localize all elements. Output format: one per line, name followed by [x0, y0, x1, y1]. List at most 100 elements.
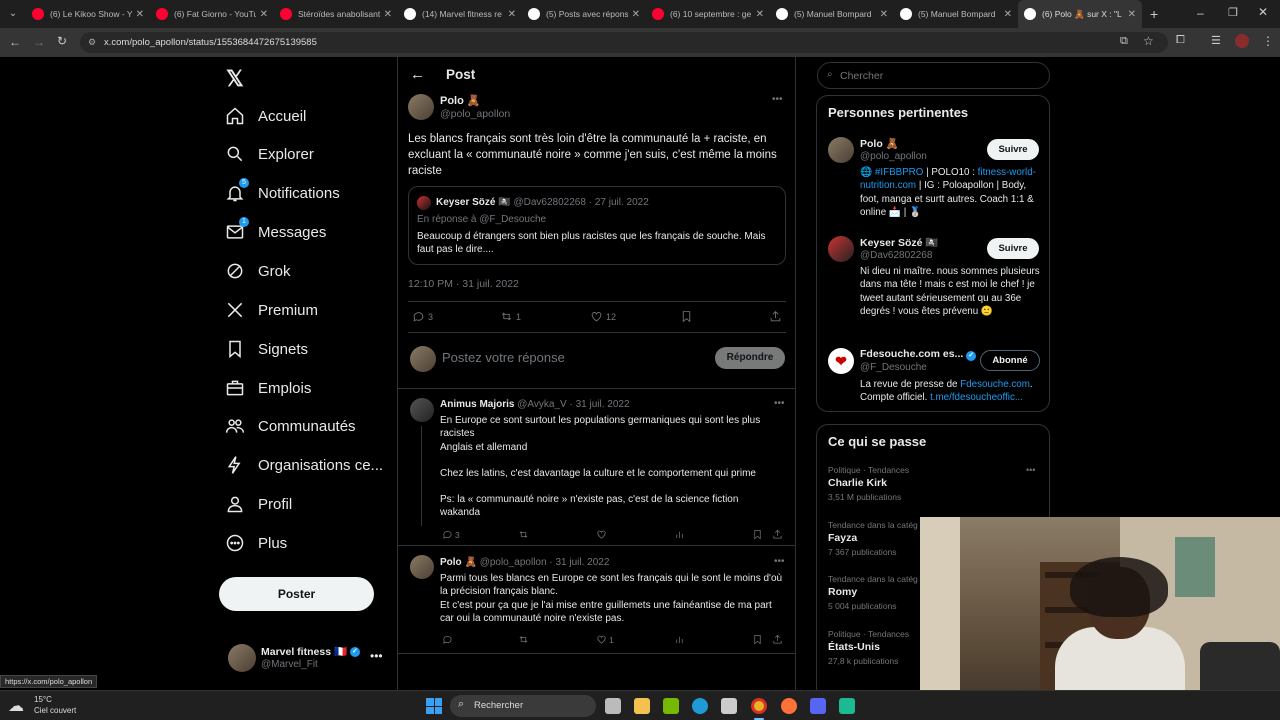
- reading-list-icon[interactable]: ☰: [1211, 34, 1221, 47]
- views-button[interactable]: [674, 529, 685, 542]
- search-input[interactable]: ⌕ Chercher: [817, 62, 1050, 89]
- post-timestamp[interactable]: 12:10 PM · 31 juil. 2022: [408, 278, 519, 290]
- browser-tab[interactable]: (6) Le Kikoo Show - Y ✕: [26, 0, 150, 28]
- account-switcher[interactable]: Marvel fitness 🇫🇷 ✓ @Marvel_Fit •••: [226, 641, 386, 677]
- nav-item-emplois[interactable]: Emplois: [224, 373, 311, 403]
- nav-item-messages[interactable]: 1 Messages: [224, 217, 326, 247]
- reply-post[interactable]: Animus Majoris @Avyka_V · 31 juil. 2022 …: [398, 388, 796, 540]
- reply-button[interactable]: 3: [442, 529, 460, 540]
- close-tab-icon[interactable]: ✕: [508, 9, 516, 20]
- file-explorer-icon[interactable]: [634, 698, 650, 714]
- more-icon[interactable]: •••: [370, 649, 383, 663]
- app-icon[interactable]: [839, 698, 855, 714]
- person-avatar[interactable]: [828, 236, 854, 262]
- browser-tab[interactable]: (6) 10 septembre : ge ✕: [646, 0, 770, 28]
- quoted-post[interactable]: Keyser Sözé 🏴‍☠️ @Dav62802268 · 27 juil.…: [408, 186, 786, 265]
- nav-item-plus[interactable]: Plus: [224, 528, 287, 558]
- close-tab-icon[interactable]: ✕: [136, 9, 144, 20]
- install-app-icon[interactable]: ⧉: [1120, 35, 1128, 48]
- browser-tab[interactable]: (6) Polo 🧸 sur X : "L ✕: [1018, 0, 1142, 28]
- tab-list-dropdown[interactable]: ⌄: [0, 0, 26, 28]
- browser-tab[interactable]: (5) Manuel Bompard ✕: [894, 0, 1018, 28]
- author-avatar[interactable]: [408, 94, 434, 120]
- bookmark-button[interactable]: [752, 634, 763, 647]
- maximize-button[interactable]: ❐: [1228, 6, 1238, 19]
- repost-button[interactable]: 1: [500, 310, 521, 323]
- browser-menu-icon[interactable]: ⋮: [1262, 34, 1274, 48]
- person-name[interactable]: Fdesouche.com es... ✓: [860, 348, 977, 361]
- edge-icon[interactable]: [692, 698, 708, 714]
- browser-tab[interactable]: (6) Fat Giorno - YouTu ✕: [150, 0, 274, 28]
- back-arrow-icon[interactable]: ←: [410, 66, 425, 83]
- reply-button[interactable]: [442, 634, 453, 647]
- minimize-button[interactable]: –: [1197, 6, 1204, 20]
- bookmark-button[interactable]: [680, 310, 693, 325]
- bookmark-star-icon[interactable]: ☆: [1143, 34, 1154, 48]
- reply-avatar[interactable]: [410, 555, 434, 579]
- reply-button[interactable]: 3: [412, 310, 433, 323]
- address-bar[interactable]: ⚙ x.com/polo_apollon/status/155368447267…: [80, 32, 1168, 53]
- like-button[interactable]: 1: [596, 634, 614, 645]
- following-button[interactable]: Abonné: [980, 350, 1040, 371]
- nav-item-grok[interactable]: Grok: [224, 256, 291, 286]
- person-avatar[interactable]: ❤: [828, 348, 854, 374]
- browser-tab[interactable]: (5) Posts avec répons ✕: [522, 0, 646, 28]
- nvidia-icon[interactable]: [663, 698, 679, 714]
- x-logo-icon[interactable]: 𝕏: [226, 66, 244, 92]
- close-tab-icon[interactable]: ✕: [384, 9, 392, 20]
- nav-item-organisations-ce[interactable]: Organisations ce...: [224, 450, 383, 480]
- reply-avatar[interactable]: [410, 398, 434, 422]
- follow-button[interactable]: Suivre: [987, 238, 1039, 259]
- author-handle[interactable]: @polo_apollon: [440, 108, 510, 120]
- nav-item-premium[interactable]: Premium: [224, 295, 318, 325]
- repost-button[interactable]: [518, 634, 529, 647]
- post-button[interactable]: Poster: [219, 577, 374, 611]
- person-name[interactable]: Polo 🧸: [860, 137, 899, 150]
- discord-icon[interactable]: [810, 698, 826, 714]
- share-button[interactable]: [772, 634, 783, 647]
- trend-more-icon[interactable]: •••: [1026, 465, 1035, 475]
- repost-button[interactable]: [518, 529, 529, 542]
- store-icon[interactable]: [721, 698, 737, 714]
- post-more-icon[interactable]: •••: [772, 94, 783, 105]
- close-window-button[interactable]: ✕: [1258, 5, 1268, 19]
- close-tab-icon[interactable]: ✕: [880, 9, 888, 20]
- person-avatar[interactable]: [828, 137, 854, 163]
- forward-icon[interactable]: →: [33, 35, 45, 49]
- reload-icon[interactable]: ↻: [57, 34, 67, 48]
- reply-input[interactable]: Postez votre réponse: [442, 350, 565, 365]
- bookmark-button[interactable]: [752, 529, 763, 542]
- author-name[interactable]: Polo 🧸: [440, 94, 481, 107]
- close-tab-icon[interactable]: ✕: [756, 9, 764, 20]
- close-tab-icon[interactable]: ✕: [260, 9, 268, 20]
- taskbar-search[interactable]: ⌕ Rechercher: [450, 695, 596, 717]
- close-tab-icon[interactable]: ✕: [1128, 9, 1136, 20]
- nav-item-accueil[interactable]: Accueil: [224, 101, 306, 131]
- close-tab-icon[interactable]: ✕: [1004, 9, 1012, 20]
- person-name[interactable]: Keyser Sözé 🏴‍☠️: [860, 236, 938, 249]
- start-button[interactable]: [426, 698, 442, 714]
- browser-tab[interactable]: (14) Marvel fitness re ✕: [398, 0, 522, 28]
- views-button[interactable]: [674, 634, 685, 647]
- firefox-icon[interactable]: [781, 698, 797, 714]
- browser-tab[interactable]: Stéroïdes anabolisant ✕: [274, 0, 398, 28]
- share-button[interactable]: [772, 529, 783, 542]
- reply-more-icon[interactable]: •••: [774, 398, 785, 409]
- task-view-icon[interactable]: [605, 698, 621, 714]
- nav-item-explorer[interactable]: Explorer: [224, 139, 314, 169]
- profile-avatar[interactable]: [1235, 34, 1249, 48]
- nav-item-notifications[interactable]: 5 Notifications: [224, 178, 340, 208]
- share-button[interactable]: [769, 310, 782, 325]
- weather-widget[interactable]: ☁ 15°C Ciel couvert: [8, 694, 98, 718]
- follow-button[interactable]: Suivre: [987, 139, 1039, 160]
- reply-submit-button[interactable]: Répondre: [715, 347, 785, 369]
- nav-item-profil[interactable]: Profil: [224, 489, 292, 519]
- close-tab-icon[interactable]: ✕: [632, 9, 640, 20]
- like-button[interactable]: 12: [590, 310, 616, 323]
- trend-item[interactable]: Politique · Tendances Charlie Kirk 3,51 M …: [828, 465, 1038, 513]
- nav-item-communautés[interactable]: Communautés: [224, 411, 356, 441]
- browser-tab[interactable]: (5) Manuel Bompard ✕: [770, 0, 894, 28]
- extensions-icon[interactable]: ⧠: [1176, 34, 1185, 47]
- new-tab-button[interactable]: +: [1150, 6, 1158, 22]
- site-info-icon[interactable]: ⚙: [88, 32, 96, 53]
